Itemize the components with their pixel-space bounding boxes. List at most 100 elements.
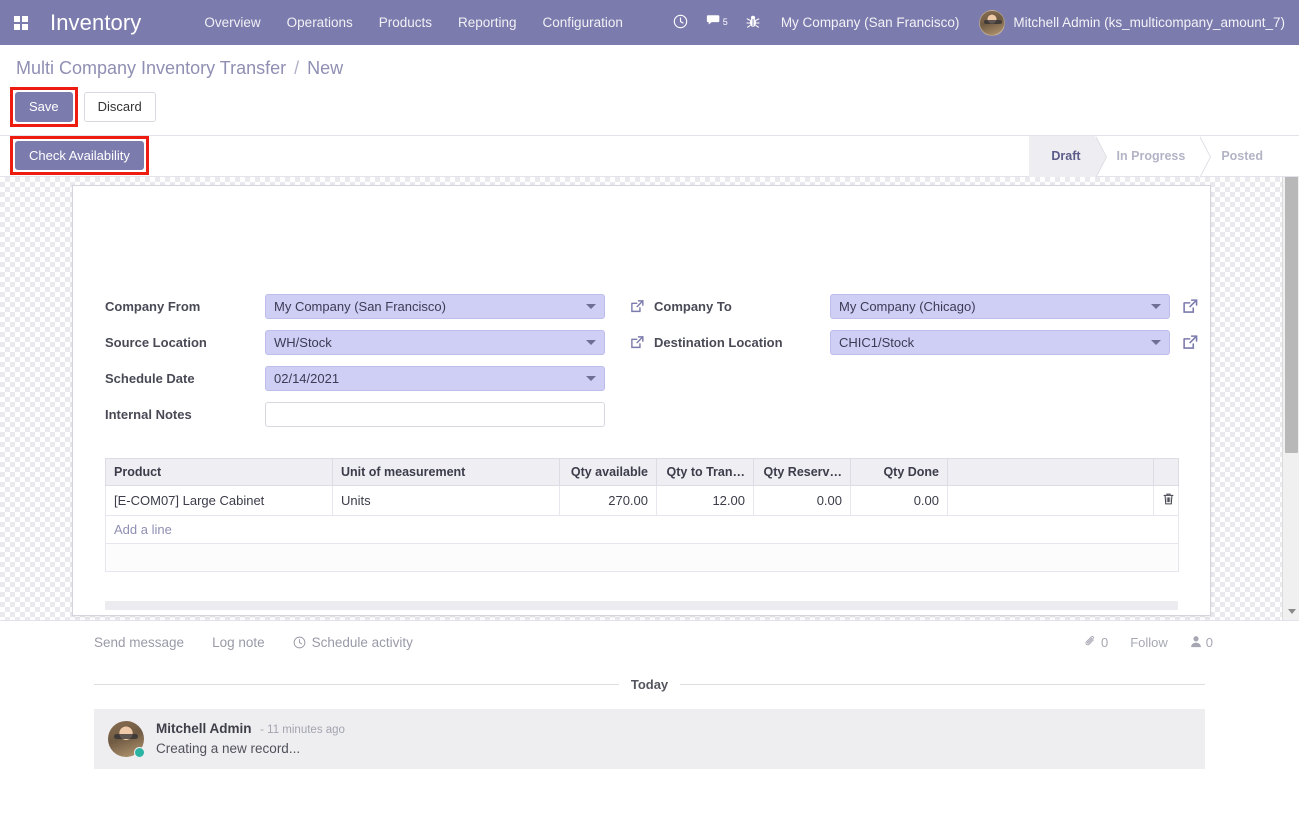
table-row[interactable]: [E-COM07] Large Cabinet Units 270.00 12.…: [105, 485, 1179, 516]
user-icon: [1190, 635, 1206, 651]
cell-uom[interactable]: Units: [332, 485, 560, 516]
source-location-value: WH/Stock: [274, 334, 332, 350]
transfer-lines-section: Product Unit of measurement Qty availabl…: [105, 457, 1179, 610]
schedule-activity-label: Schedule activity: [311, 635, 413, 651]
col-header-uom[interactable]: Unit of measurement: [332, 457, 560, 486]
discard-button[interactable]: Discard: [83, 92, 156, 122]
col-header-qty-available[interactable]: Qty available: [559, 457, 657, 486]
destination-location-select[interactable]: CHIC1/Stock: [830, 329, 1170, 355]
col-header-qty-done[interactable]: Qty Done: [850, 457, 948, 486]
lines-horizontal-scrollbar[interactable]: [105, 600, 1178, 610]
field-row-company-from: Company From My Company (San Francisco): [105, 290, 618, 323]
company-from-value: My Company (San Francisco): [274, 298, 446, 314]
schedule-activity-button[interactable]: Schedule activity: [293, 635, 413, 650]
breadcrumb-row: Multi Company Inventory Transfer / New: [0, 45, 1299, 81]
avatar: [979, 9, 1006, 36]
avatar: [108, 720, 145, 758]
scrollbar-thumb[interactable]: [1285, 176, 1298, 453]
status-step-draft[interactable]: Draft: [1029, 135, 1107, 178]
menu-item-overview[interactable]: Overview: [191, 0, 273, 45]
cell-spacer: [947, 485, 1154, 516]
apps-menu-button[interactable]: [0, 0, 42, 45]
table-header-row: Product Unit of measurement Qty availabl…: [105, 457, 1179, 486]
schedule-date-select[interactable]: 02/14/2021: [265, 365, 605, 391]
separator-line-right: [680, 683, 1206, 685]
status-step-in-progress-label: In Progress: [1116, 149, 1186, 164]
menu-item-configuration[interactable]: Configuration: [530, 0, 636, 45]
label-company-to: Company To: [630, 299, 816, 314]
day-separator: Today: [0, 677, 1299, 692]
col-header-product[interactable]: Product: [105, 457, 333, 486]
control-panel: Multi Company Inventory Transfer / New S…: [0, 45, 1299, 178]
form-view-body: Company From My Company (San Francisco) …: [0, 176, 1299, 620]
external-link-icon[interactable]: [630, 335, 645, 350]
menu-item-operations[interactable]: Operations: [274, 0, 366, 45]
scroll-down-arrow[interactable]: [1283, 603, 1299, 620]
debug-button[interactable]: [737, 0, 769, 45]
messages-button[interactable]: 5: [697, 0, 737, 45]
app-brand-title[interactable]: Inventory: [42, 10, 147, 36]
attachments-count: 0: [1100, 635, 1109, 651]
form-sheet: Company From My Company (San Francisco) …: [72, 184, 1211, 616]
menu-item-products[interactable]: Products: [366, 0, 445, 45]
cell-qty-to-transfer[interactable]: 12.00: [656, 485, 754, 516]
breadcrumb: Multi Company Inventory Transfer / New: [16, 58, 1299, 79]
add-a-line-button[interactable]: Add a line: [114, 522, 172, 537]
activities-button[interactable]: [664, 0, 697, 45]
save-button-highlight: Save: [10, 87, 78, 127]
breadcrumb-root[interactable]: Multi Company Inventory Transfer: [16, 58, 286, 78]
label-company-from: Company From: [105, 298, 201, 314]
top-navbar: Inventory Overview Operations Products R…: [0, 0, 1299, 45]
chevron-down-icon: [586, 376, 596, 382]
followers-count: 0: [1205, 635, 1213, 651]
status-bar: Draft In Progress Posted: [1029, 135, 1277, 178]
send-message-button[interactable]: Send message: [94, 635, 184, 650]
menu-item-reporting[interactable]: Reporting: [445, 0, 530, 45]
status-step-in-progress[interactable]: In Progress: [1095, 135, 1212, 178]
company-to-open-record-icon[interactable]: [1182, 298, 1199, 315]
add-line-row: Add a line: [105, 515, 1179, 544]
company-from-select[interactable]: My Company (San Francisco): [265, 293, 605, 319]
message-timestamp: - 11 minutes ago: [260, 723, 345, 736]
field-row-destination-location: Destination Location CHIC1/Stock: [630, 326, 1198, 359]
field-row-schedule-date: Schedule Date 02/14/2021: [105, 362, 618, 395]
chevron-down-icon: [1151, 304, 1161, 310]
message-author[interactable]: Mitchell Admin: [156, 721, 252, 736]
main-menu: Overview Operations Products Reporting C…: [191, 0, 635, 45]
chevron-down-icon: [586, 304, 596, 310]
col-header-qty-to-transfer[interactable]: Qty to Tran…: [656, 457, 754, 486]
follow-button[interactable]: Follow: [1130, 635, 1168, 650]
col-header-qty-reserved[interactable]: Qty Reserv…: [753, 457, 851, 486]
log-note-button[interactable]: Log note: [212, 635, 265, 650]
internal-notes-input[interactable]: [265, 401, 605, 427]
cell-qty-reserved[interactable]: 0.00: [753, 485, 851, 516]
chevron-down-icon: [1151, 340, 1161, 346]
page-vertical-scrollbar[interactable]: [1282, 176, 1299, 620]
label-destination-location: Destination Location: [630, 335, 816, 350]
external-link-icon[interactable]: [630, 299, 645, 314]
company-switcher[interactable]: My Company (San Francisco): [769, 15, 972, 30]
chevron-down-icon: [586, 340, 596, 346]
col-header-actions: [1153, 457, 1179, 486]
save-button[interactable]: Save: [15, 92, 73, 122]
check-availability-button[interactable]: Check Availability: [15, 140, 144, 171]
message-header: Mitchell Admin - 11 minutes ago: [156, 721, 1191, 736]
delete-row-button[interactable]: [1153, 485, 1179, 516]
destination-location-value: CHIC1/Stock: [839, 334, 915, 350]
label-schedule-date: Schedule Date: [105, 370, 195, 386]
source-location-select[interactable]: WH/Stock: [265, 329, 605, 355]
cell-qty-done[interactable]: 0.00: [850, 485, 948, 516]
status-step-draft-label: Draft: [1051, 149, 1081, 164]
separator-line-left: [94, 683, 619, 685]
check-availability-highlight: Check Availability: [10, 135, 149, 176]
followers-button[interactable]: 0: [1190, 635, 1213, 651]
field-row-company-to: Company To My Company (Chicago): [630, 290, 1198, 323]
chatter-panel: Send message Log note Schedule activity …: [0, 619, 1299, 825]
user-menu[interactable]: Mitchell Admin (ks_multicompany_amount_7…: [971, 9, 1291, 36]
destination-location-open-record-icon[interactable]: [1182, 334, 1199, 351]
chatter-meta: 0 Follow 0: [1062, 621, 1213, 665]
attachments-button[interactable]: 0: [1084, 635, 1108, 651]
company-to-select[interactable]: My Company (Chicago): [830, 293, 1170, 319]
cell-qty-available[interactable]: 270.00: [559, 485, 657, 516]
cell-product[interactable]: [E-COM07] Large Cabinet: [105, 485, 333, 516]
